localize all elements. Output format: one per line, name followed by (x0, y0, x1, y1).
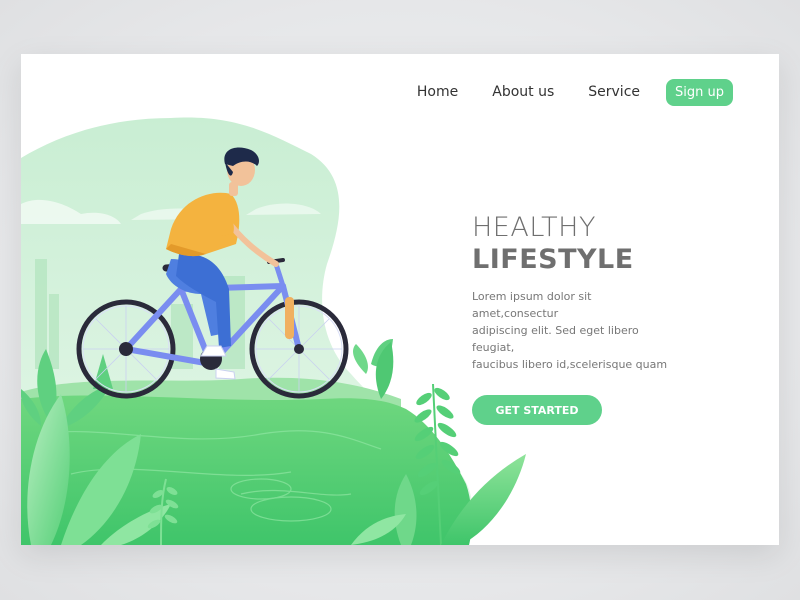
main-nav: Home About us Service Sign up (417, 78, 733, 106)
nav-service-link[interactable]: Service (588, 84, 640, 100)
hero-description-line: faucibus libero id,scelerisque quam (472, 358, 668, 371)
signup-button[interactable]: Sign up (666, 78, 733, 106)
hero-description-line: Lorem ipsum dolor sit amet,consectur (472, 290, 592, 320)
get-started-button[interactable]: GET STARTED (472, 395, 602, 425)
hero-description: Lorem ipsum dolor sit amet,consectur adi… (472, 288, 677, 373)
landing-card: Home About us Service Sign up HEALTHY LI… (21, 54, 779, 545)
hero-title-line1: HEALTHY (472, 212, 596, 243)
hero-title-line2: LIFESTYLE (472, 244, 634, 275)
nav-about-link[interactable]: About us (492, 84, 554, 100)
hero-description-line: adipiscing elit. Sed eget libero feugiat… (472, 324, 639, 354)
hero-text-block: HEALTHY LIFESTYLE Lorem ipsum dolor sit … (472, 212, 712, 425)
nav-home-link[interactable]: Home (417, 84, 458, 100)
